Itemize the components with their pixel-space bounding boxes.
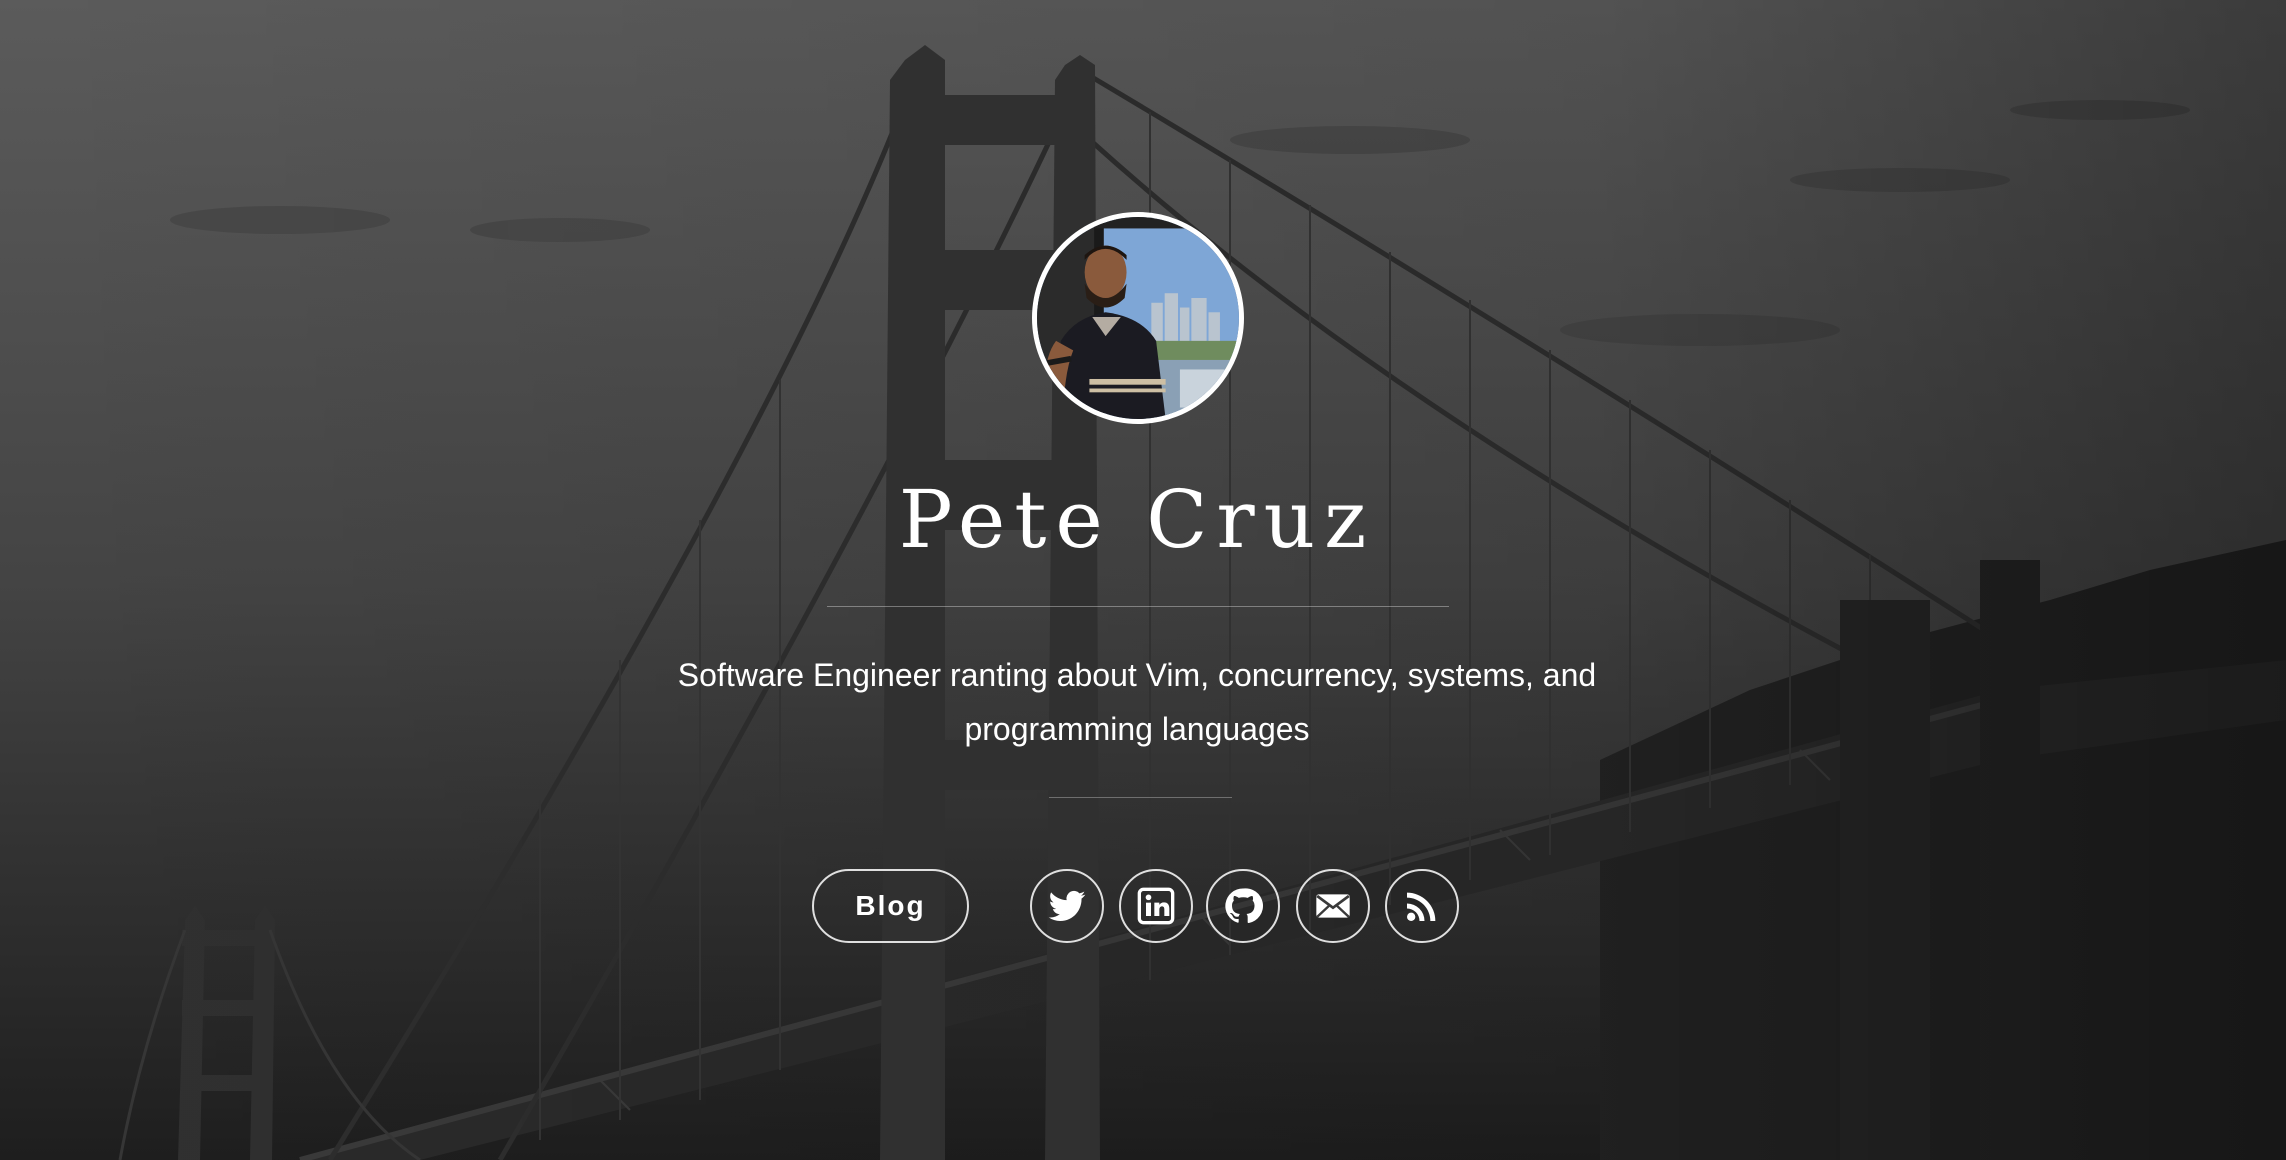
profile-avatar bbox=[1032, 212, 1244, 424]
landing-page: Pete Cruz Software Engineer ranting abou… bbox=[0, 0, 2286, 1160]
tagline-line-1: Software Engineer ranting about Vim, con… bbox=[677, 657, 1597, 693]
github-icon bbox=[1225, 888, 1263, 924]
twitter-link[interactable] bbox=[1030, 869, 1104, 943]
tagline-line-2: programming languages bbox=[964, 711, 1310, 747]
linkedin-link[interactable] bbox=[1119, 869, 1193, 943]
linkedin-icon bbox=[1137, 887, 1175, 925]
email-icon bbox=[1316, 894, 1350, 918]
tagline-divider bbox=[1049, 797, 1232, 798]
profile-photo bbox=[1037, 217, 1239, 419]
blog-button[interactable]: Blog bbox=[812, 869, 969, 943]
email-link[interactable] bbox=[1296, 869, 1370, 943]
rss-link[interactable] bbox=[1385, 869, 1459, 943]
rss-icon bbox=[1407, 892, 1436, 921]
title-divider bbox=[827, 606, 1449, 607]
github-link[interactable] bbox=[1206, 869, 1280, 943]
hero-content: Pete Cruz Software Engineer ranting abou… bbox=[0, 0, 2286, 1160]
twitter-icon bbox=[1048, 890, 1086, 921]
profile-name: Pete Cruz bbox=[898, 473, 1376, 566]
profile-tagline: Software Engineer ranting about Vim, con… bbox=[643, 648, 1631, 756]
